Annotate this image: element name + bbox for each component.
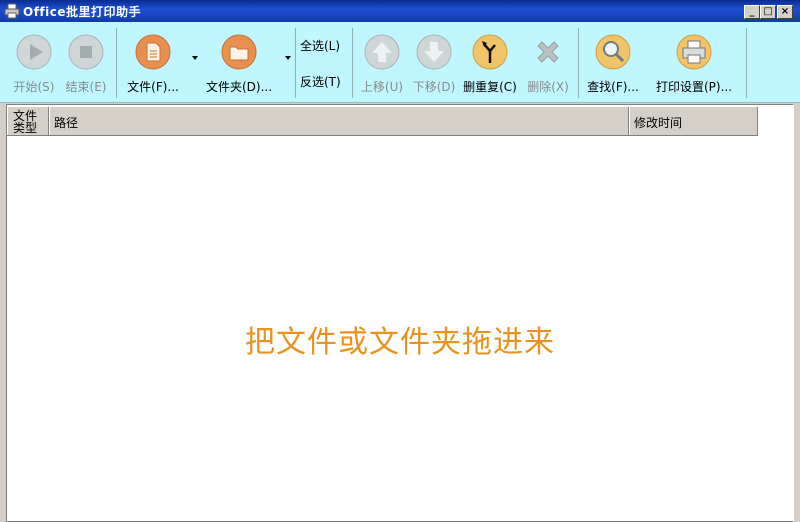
toolbar-separator	[746, 28, 747, 98]
toolbar-separator	[116, 28, 117, 98]
toolbar-separator	[578, 28, 579, 98]
stop-label: 结束(E)	[65, 80, 107, 94]
print-settings-label: 打印设置(P)...	[655, 80, 733, 94]
file-icon	[135, 34, 171, 70]
toolbar: 开始(S) 结束(E) 文件(F)... 文件夹(D)... 全选(L) 反选(…	[0, 22, 800, 103]
remove-duplicates-label: 删重复(C)	[463, 80, 517, 94]
file-list-header: 文件类型 路径 修改时间	[7, 107, 758, 136]
maximize-button[interactable]: □	[760, 5, 776, 19]
arrow-down-icon	[416, 34, 452, 70]
toolbar-separator	[352, 28, 353, 98]
column-header-modified-time[interactable]: 修改时间	[629, 107, 758, 135]
find-label: 查找(F)...	[587, 80, 639, 94]
close-button[interactable]: ×	[777, 5, 793, 19]
delete-x-icon	[537, 41, 559, 63]
invert-select-button[interactable]: 反选(T)	[300, 73, 341, 90]
title-bar[interactable]: Office批里打印助手 _ □ ×	[0, 0, 800, 22]
move-down-label: 下移(D)	[412, 80, 456, 94]
print-settings-button[interactable]: 打印设置(P)...	[650, 26, 738, 96]
toolbar-separator	[295, 28, 296, 98]
printer-app-icon	[4, 3, 20, 19]
stop-button[interactable]: 结束(E)	[60, 26, 112, 96]
window-title: Office批里打印助手	[23, 5, 142, 19]
stop-icon	[68, 34, 104, 70]
minimize-button[interactable]: _	[744, 5, 760, 19]
move-up-label: 上移(U)	[360, 80, 404, 94]
column-header-path[interactable]: 路径	[49, 107, 629, 135]
add-folder-label: 文件夹(D)...	[205, 80, 273, 94]
delete-label: 删除(X)	[527, 80, 569, 94]
folder-icon	[221, 34, 257, 70]
folder-dropdown-arrow[interactable]	[285, 56, 291, 60]
file-list[interactable]: 文件类型 路径 修改时间 把文件或文件夹拖进来	[6, 104, 794, 522]
play-icon	[16, 34, 52, 70]
magnifier-icon	[595, 34, 631, 70]
start-button[interactable]: 开始(S)	[8, 26, 60, 96]
drop-hint: 把文件或文件夹拖进来	[245, 325, 555, 360]
file-dropdown-arrow[interactable]	[192, 56, 198, 60]
add-file-button[interactable]: 文件(F)...	[120, 26, 186, 96]
add-file-label: 文件(F)...	[127, 80, 179, 94]
merge-icon	[472, 34, 508, 70]
find-button[interactable]: 查找(F)...	[582, 26, 644, 96]
start-label: 开始(S)	[13, 80, 55, 94]
printer-icon	[676, 34, 712, 70]
window-edge	[794, 104, 800, 522]
column-header-file-type[interactable]: 文件类型	[7, 107, 49, 135]
delete-button[interactable]: 删除(X)	[520, 26, 576, 96]
select-all-button[interactable]: 全选(L)	[300, 37, 340, 54]
remove-duplicates-button[interactable]: 删重复(C)	[460, 26, 520, 96]
move-down-button[interactable]: 下移(D)	[408, 26, 460, 96]
add-folder-button[interactable]: 文件夹(D)...	[200, 26, 278, 96]
arrow-up-icon	[364, 34, 400, 70]
move-up-button[interactable]: 上移(U)	[356, 26, 408, 96]
